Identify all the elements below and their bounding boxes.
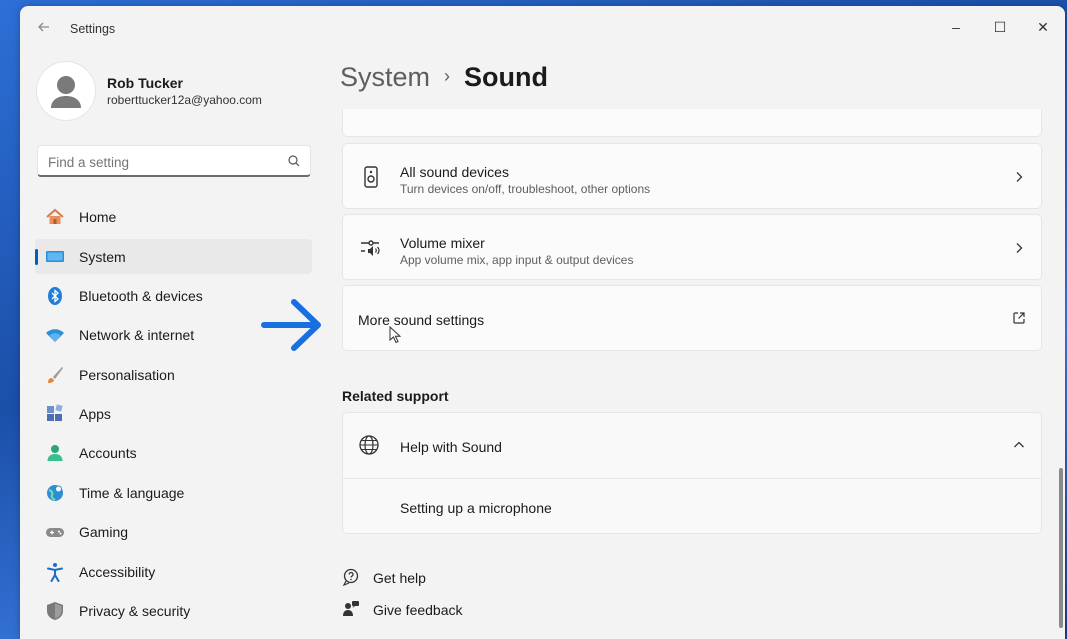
give-feedback-label: Give feedback [373, 602, 463, 618]
chevron-up-icon[interactable] [1013, 439, 1025, 451]
get-help-icon [342, 568, 359, 586]
open-external-icon [1013, 312, 1025, 324]
card-subtitle: App volume mix, app input & output devic… [400, 253, 634, 267]
get-help-link[interactable]: Get help [342, 567, 462, 589]
settings-window: Settings – ☐ ✕ Rob Tucker roberttucker12… [20, 6, 1065, 639]
nav-label: System [79, 249, 126, 265]
card-title: More sound settings [358, 312, 485, 328]
globe-help-icon [359, 435, 379, 455]
title-bar: Settings – ☐ ✕ [20, 6, 1065, 52]
search-input[interactable] [48, 152, 278, 172]
nav-label: Accounts [79, 445, 137, 461]
chevron-right-icon [1016, 172, 1023, 182]
all-sound-devices-card[interactable]: All sound devices Turn devices on/off, t… [342, 143, 1042, 209]
annotation-arrow-icon [261, 299, 321, 351]
nav-label: Network & internet [79, 327, 195, 343]
mouse-cursor-icon [389, 326, 401, 344]
nav-item-accounts[interactable]: Accounts [35, 435, 312, 470]
help-with-sound-header[interactable]: Help with Sound [343, 413, 1041, 479]
wifi-icon [46, 329, 64, 342]
help-with-sound-card[interactable]: Help with Sound Setting up a microphone [342, 412, 1042, 534]
give-feedback-link[interactable]: Give feedback [342, 599, 482, 621]
user-email: roberttucker12a@yahoo.com [107, 93, 262, 107]
nav-item-privacy-security[interactable]: Privacy & security [35, 593, 312, 628]
nav-item-apps[interactable]: Apps [35, 396, 312, 431]
active-indicator [35, 249, 38, 265]
content-pane[interactable]: All sound devices Turn devices on/off, t… [340, 109, 1045, 639]
globe-clock-icon [47, 485, 63, 501]
app-title: Settings [70, 22, 116, 36]
nav-item-personalisation[interactable]: Personalisation [35, 357, 312, 392]
breadcrumb-parent[interactable]: System [340, 62, 430, 92]
nav-label: Gaming [79, 524, 129, 540]
nav-item-gaming[interactable]: Gaming [35, 514, 312, 549]
accessibility-icon [47, 563, 63, 582]
brush-icon [48, 367, 63, 383]
gamepad-icon [46, 528, 64, 537]
accounts-icon [47, 445, 63, 461]
nav-label: Home [79, 209, 117, 225]
close-button[interactable]: ✕ [1021, 12, 1065, 42]
back-arrow-icon[interactable] [34, 20, 54, 40]
breadcrumb-separator: › [444, 66, 451, 86]
home-icon [46, 208, 64, 224]
breadcrumb: System › Sound [340, 62, 548, 93]
system-icon [46, 251, 64, 262]
nav-label: Apps [79, 406, 111, 422]
card-subtitle: Turn devices on/off, troubleshoot, other… [400, 182, 651, 196]
card-title: All sound devices [400, 164, 509, 180]
help-link-microphone[interactable]: Setting up a microphone [400, 500, 552, 516]
nav-label: Bluetooth & devices [79, 288, 203, 304]
volume-mixer-card[interactable]: Volume mixer App volume mix, app input &… [342, 214, 1042, 280]
nav-item-accessibility[interactable]: Accessibility [35, 554, 312, 589]
related-support-heading: Related support [342, 388, 449, 404]
nav-item-home[interactable]: Home [35, 199, 312, 234]
minimize-button[interactable]: – [934, 12, 978, 42]
get-help-label: Get help [373, 570, 426, 586]
nav-label: Personalisation [79, 367, 175, 383]
speaker-icon [364, 166, 378, 188]
nav-label: Time & language [79, 485, 185, 501]
nav-item-system[interactable]: System [35, 239, 312, 274]
card-title: Volume mixer [400, 235, 485, 251]
more-sound-settings-card[interactable]: More sound settings [342, 285, 1042, 351]
page-title: Sound [464, 62, 549, 92]
chevron-right-icon [1016, 243, 1023, 253]
card-title: Help with Sound [400, 439, 502, 455]
user-icon [51, 76, 81, 108]
nav-item-time-language[interactable]: Time & language [35, 475, 312, 510]
feedback-icon [343, 601, 359, 616]
scrollbar[interactable] [1059, 468, 1063, 628]
partial-card[interactable] [342, 109, 1042, 137]
search-box[interactable] [37, 145, 311, 177]
nav-label: Accessibility [79, 564, 156, 580]
maximize-button[interactable]: ☐ [978, 12, 1022, 42]
nav-label: Privacy & security [79, 603, 191, 619]
search-icon [288, 155, 300, 167]
user-name: Rob Tucker [107, 75, 183, 91]
bluetooth-icon [48, 287, 62, 305]
mixer-icon [361, 240, 380, 256]
avatar[interactable] [37, 62, 95, 120]
shield-icon [47, 602, 63, 620]
apps-icon [47, 404, 63, 421]
